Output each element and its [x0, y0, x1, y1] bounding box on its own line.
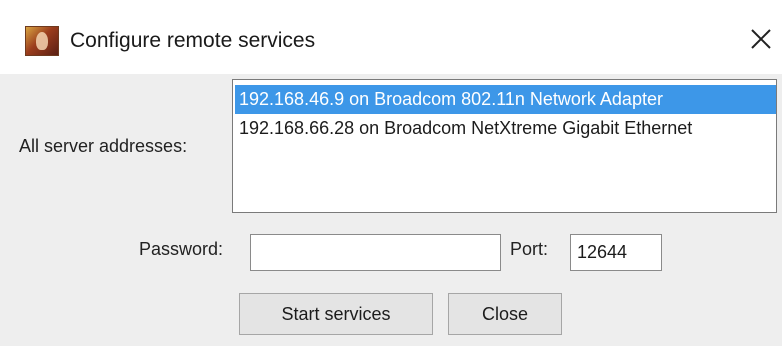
list-item[interactable]: 192.168.66.28 on Broadcom NetXtreme Giga… [235, 114, 776, 143]
title-bar[interactable]: Configure remote services [0, 0, 782, 74]
password-label: Password: [139, 239, 224, 259]
list-item[interactable]: 192.168.46.9 on Broadcom 802.11n Network… [235, 85, 776, 114]
port-label: Port: [510, 239, 549, 259]
app-icon [25, 26, 59, 56]
server-addresses-label: All server addresses: [19, 136, 188, 156]
close-button[interactable]: Close [448, 293, 562, 335]
server-addresses-list[interactable]: 192.168.46.9 on Broadcom 802.11n Network… [232, 79, 777, 213]
window-title: Configure remote services [70, 29, 316, 52]
port-field[interactable] [570, 234, 662, 271]
password-field[interactable] [250, 234, 501, 271]
dialog-content: All server addresses: 192.168.46.9 on Br… [0, 74, 782, 346]
dialog-window: Configure remote services All server add… [0, 0, 782, 346]
start-services-button[interactable]: Start services [239, 293, 433, 335]
close-window-icon[interactable] [744, 22, 778, 56]
